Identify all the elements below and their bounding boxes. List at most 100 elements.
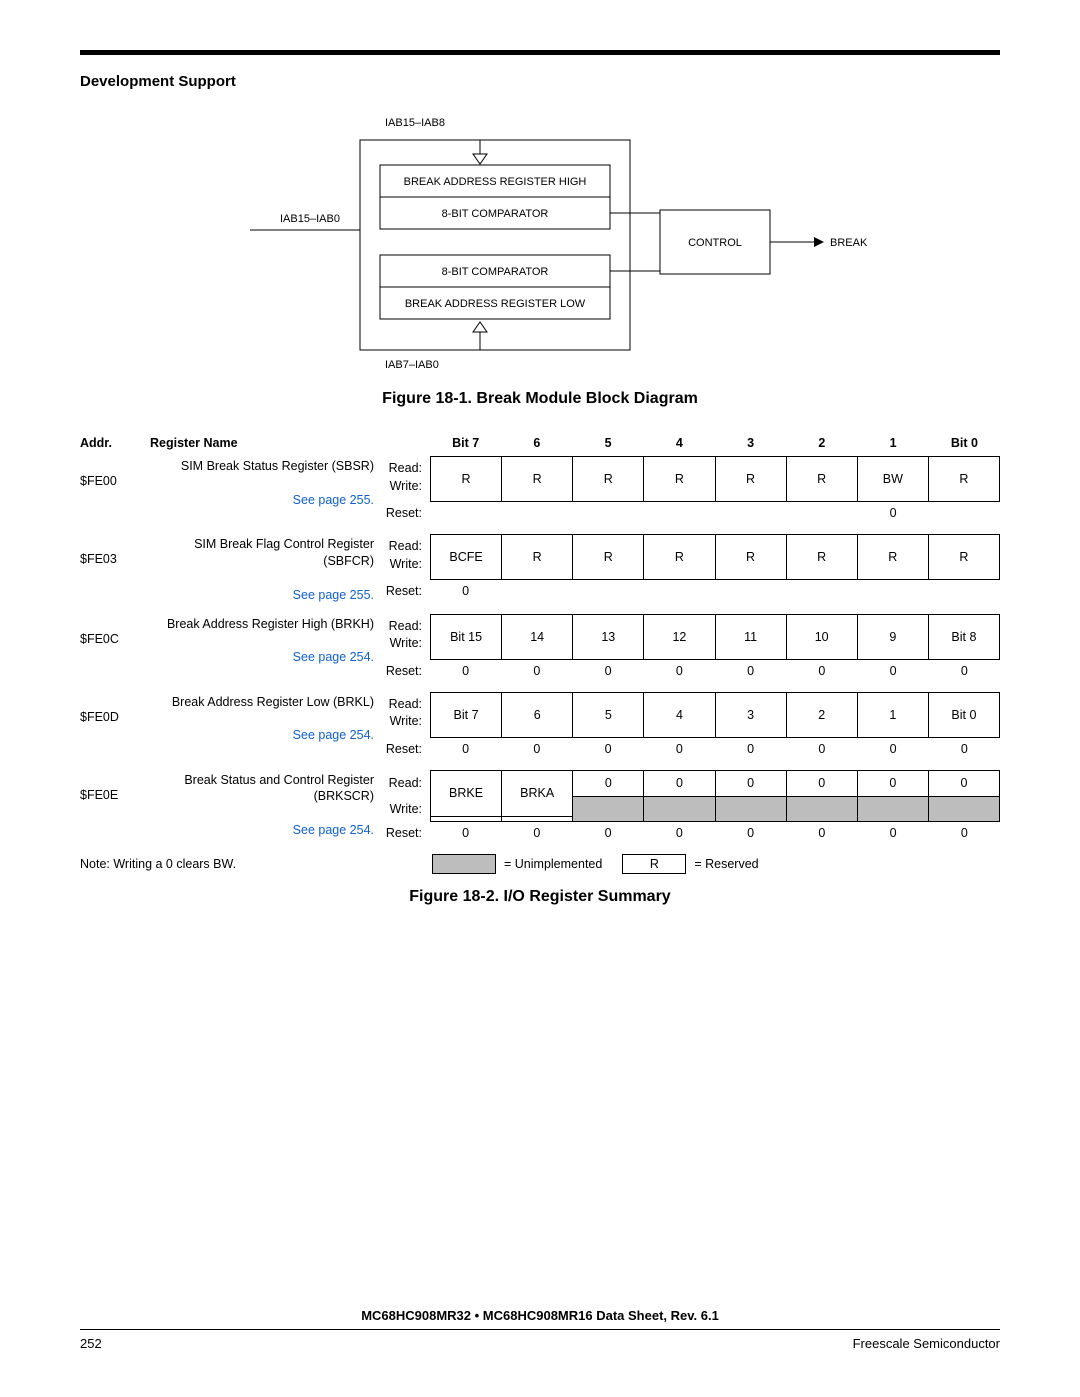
reg-see-page-link[interactable]: See page 254. (293, 728, 374, 742)
diag-box2: 8-BIT COMPARATOR (442, 208, 549, 220)
bit-cell (787, 797, 858, 821)
bit-cell: 13 (573, 615, 644, 659)
register-block: $FE00SIM Break Status Register (SBSR)See… (80, 456, 1000, 524)
reset-value: 0 (430, 826, 501, 840)
reset-value: 0 (501, 664, 572, 678)
bit-cell: 12 (644, 615, 715, 659)
reset-value: 0 (644, 664, 715, 678)
label-read: Read: (380, 770, 430, 796)
reset-value (786, 506, 857, 520)
bit-cell: R (787, 457, 858, 501)
reg-see-page-link[interactable]: See page 255. (293, 588, 374, 602)
reset-value (501, 506, 572, 520)
reset-value: 0 (501, 742, 572, 756)
reset-value: 0 (786, 664, 857, 678)
diag-box4: BREAK ADDRESS REGISTER LOW (405, 298, 586, 310)
bit-cell: 0 (716, 771, 787, 796)
reset-value (858, 584, 929, 598)
hdr-bit: 6 (501, 436, 572, 450)
bit-cell (858, 797, 929, 821)
table-note: Note: Writing a 0 clears BW. (80, 857, 432, 871)
reset-value: 0 (715, 826, 786, 840)
footer-page-number: 252 (80, 1336, 102, 1351)
bit-cell: 3 (716, 693, 787, 737)
bit-cell: 0 (858, 771, 929, 796)
reset-value (786, 584, 857, 598)
footer-company: Freescale Semiconductor (853, 1336, 1000, 1351)
bit-cell: R (929, 535, 1000, 579)
register-block: $FE0CBreak Address Register High (BRKH)S… (80, 614, 1000, 682)
diag-top-bus-label: IAB15–IAB8 (385, 117, 445, 129)
label-read: Read: (380, 696, 422, 714)
bit-cell: 14 (502, 615, 573, 659)
legend-reserved-text: = Reserved (694, 857, 758, 871)
reset-value: 0 (573, 742, 644, 756)
legend-reserved-box: R (622, 854, 686, 874)
label-reset: Reset: (380, 826, 430, 840)
reset-value: 0 (929, 742, 1000, 756)
register-block: $FE03SIM Break Flag Control Register (SB… (80, 534, 1000, 604)
bit-cell: 11 (716, 615, 787, 659)
bit-cell: 4 (644, 693, 715, 737)
bit-cell: R (502, 535, 573, 579)
reset-value: 0 (786, 742, 857, 756)
reg-name: Break Status and Control Register (BRKSC… (150, 770, 380, 844)
reg-see-page-link[interactable]: See page 254. (293, 823, 374, 837)
reg-addr: $FE00 (80, 456, 150, 524)
legend-row: Note: Writing a 0 clears BW. = Unimpleme… (80, 854, 1000, 874)
diag-control-label: CONTROL (688, 237, 742, 249)
reset-value: 0 (858, 826, 929, 840)
diag-box3: 8-BIT COMPARATOR (442, 266, 549, 278)
reset-value (644, 584, 715, 598)
top-rule (80, 50, 1000, 55)
hdr-bit: 2 (786, 436, 857, 450)
reg-see-page-link[interactable]: See page 254. (293, 650, 374, 664)
bit-cell: R (431, 457, 502, 501)
bit-cell: Bit 8 (929, 615, 1000, 659)
figure2-caption: Figure 18-2. I/O Register Summary (80, 888, 1000, 906)
reset-value (929, 584, 1000, 598)
block-diagram: IAB15–IAB0 IAB15–IAB8 BREAK ADDRESS REGI… (80, 110, 1000, 380)
bit-cell: Bit 0 (929, 693, 1000, 737)
reset-value: 0 (715, 664, 786, 678)
register-block: $FE0EBreak Status and Control Register (… (80, 770, 1000, 844)
reset-value: 0 (929, 826, 1000, 840)
reg-name: SIM Break Status Register (SBSR)See page… (150, 456, 380, 524)
reg-name: SIM Break Flag Control Register (SBFCR)S… (150, 534, 380, 604)
hdr-bit: 4 (644, 436, 715, 450)
label-read: Read: (380, 618, 422, 636)
reg-see-page-link[interactable]: See page 255. (293, 493, 374, 507)
bit-cell: 0 (644, 771, 715, 796)
bit-cell: BCFE (431, 535, 502, 579)
hdr-name: Register Name (150, 436, 380, 450)
reg-addr: $FE0D (80, 692, 150, 760)
label-read: Read: (380, 460, 422, 478)
bit-cell: 5 (573, 693, 644, 737)
bit-cell: BRKA (502, 771, 573, 817)
diagram-svg: IAB15–IAB0 IAB15–IAB8 BREAK ADDRESS REGI… (210, 110, 870, 380)
reset-value: 0 (858, 664, 929, 678)
label-write: Write: (380, 556, 422, 574)
bit-cell: R (858, 535, 929, 579)
label-reset: Reset: (380, 506, 430, 520)
bit-cell: 0 (929, 771, 1000, 796)
reset-value: 0 (858, 742, 929, 756)
reset-value (573, 584, 644, 598)
bit-cell: 1 (858, 693, 929, 737)
footer-docline: MC68HC908MR32 • MC68HC908MR16 Data Sheet… (80, 1308, 1000, 1330)
reset-value: 0 (786, 826, 857, 840)
bit-cell: 10 (787, 615, 858, 659)
bit-cell: BRKE (431, 771, 502, 817)
reset-value (929, 506, 1000, 520)
reset-value (715, 506, 786, 520)
reg-name: Break Address Register High (BRKH)See pa… (150, 614, 380, 682)
label-write: Write: (380, 478, 422, 496)
bit-cell: Bit 7 (431, 693, 502, 737)
bit-cell: BW (858, 457, 929, 501)
hdr-bit: Bit 0 (929, 436, 1000, 450)
hdr-bits: Bit 7654321Bit 0 (430, 436, 1000, 450)
hdr-addr: Addr. (80, 436, 150, 450)
reset-value: 0 (858, 506, 929, 520)
figure1-caption: Figure 18-1. Break Module Block Diagram (80, 390, 1000, 408)
bit-cell: R (644, 535, 715, 579)
